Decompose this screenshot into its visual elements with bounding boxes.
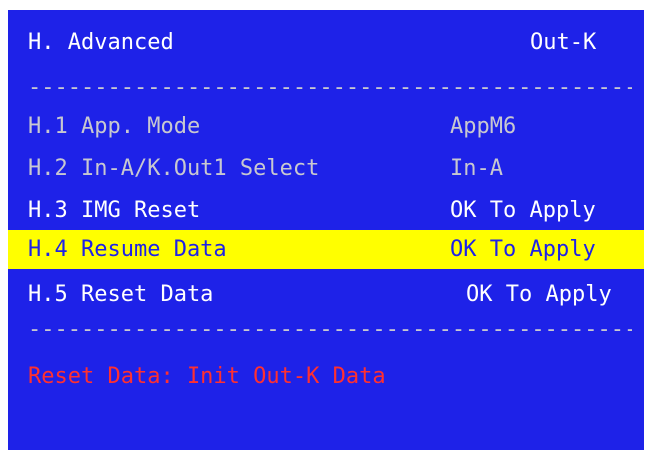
output-indicator: Out-K <box>530 30 597 55</box>
menu-item-img-reset-label[interactable]: H.3 IMG Reset <box>28 196 200 226</box>
osd-menu-panel: H. Advanced Out-K ----------------------… <box>8 10 644 450</box>
menu-item-input-select-label[interactable]: H.2 In-A/K.Out1 Select <box>28 154 319 184</box>
bottom-divider: ----------------------------------------… <box>28 320 632 340</box>
menu-item-resume-data-label[interactable]: H.4 Resume Data <box>28 235 227 265</box>
menu-item-app-mode-label[interactable]: H.1 App. Mode <box>28 112 200 142</box>
status-message: Reset Data: Init Out-K Data <box>28 364 386 389</box>
menu-item-reset-data-label[interactable]: H.5 Reset Data <box>28 280 213 310</box>
menu-item-input-select-value[interactable]: In-A <box>450 154 503 184</box>
top-divider: ----------------------------------------… <box>28 78 632 98</box>
menu-item-resume-data-value[interactable]: OK To Apply <box>450 235 596 265</box>
page-title: H. Advanced <box>28 30 174 55</box>
menu-item-img-reset-value[interactable]: OK To Apply <box>450 196 596 226</box>
menu-item-reset-data-value[interactable]: OK To Apply <box>466 280 612 310</box>
menu-item-app-mode-value[interactable]: AppM6 <box>450 112 516 142</box>
